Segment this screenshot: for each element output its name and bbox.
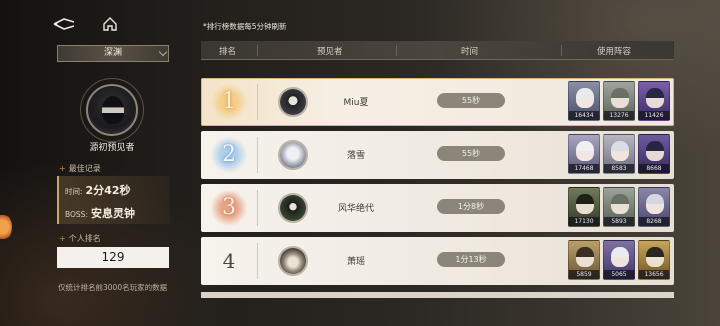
personal-rank-heading: + 个人排名 [59,234,101,243]
row-divider [257,84,258,120]
column-divider [396,45,397,56]
team-member-card[interactable]: 5893 [603,187,635,227]
rank-number: 4 [222,249,236,273]
home-icon[interactable] [102,16,118,32]
row-divider [257,190,258,226]
column-rank: 排名 [219,47,237,57]
player-name: Miu夏 [343,98,369,108]
column-team: 使用阵容 [597,47,632,57]
table-row[interactable]: 3 风华绝代 1分8秒 17130 5893 8268 [201,184,674,232]
row-divider [257,243,258,279]
team-member-card[interactable]: 16434 [568,81,600,121]
column-divider [257,45,258,56]
player-title: 源初预见者 [89,143,135,153]
best-record-heading: + 最佳记录 [59,164,101,173]
abyss-tab[interactable]: 深渊 [57,45,169,62]
clear-time: 1分8秒 [437,199,505,214]
personal-rank-value: 129 [57,247,169,268]
column-player: 预见者 [317,47,343,57]
rank-medal-gold: 1 [209,82,249,122]
rank-medal-silver: 2 [209,135,249,175]
team-member-card[interactable]: 8268 [638,187,670,227]
table-row-partial [201,292,674,298]
avatar[interactable] [278,140,308,170]
back-arrow-icon[interactable] [52,16,76,32]
player-name: 落雪 [346,151,365,161]
team-member-card[interactable]: 11426 [638,81,670,121]
clear-time: 1分13秒 [437,252,505,267]
rank-medal-bronze: 3 [209,188,249,228]
team-member-card[interactable]: 13276 [603,81,635,121]
best-time-row: 时间: 2分42秒 [65,184,131,197]
team-member-card[interactable]: 5065 [603,240,635,280]
team-member-card[interactable]: 17468 [568,134,600,174]
table-header: 排名 预见者 时间 使用阵容 [201,41,674,60]
team-member-card[interactable]: 5859 [568,240,600,280]
team-member-card[interactable]: 17130 [568,187,600,227]
plus-icon: + [59,164,66,173]
avatar[interactable] [278,193,308,223]
avatar[interactable] [278,246,308,276]
team-member-card[interactable]: 13656 [638,240,670,280]
table-row[interactable]: 1 Miu夏 55秒 16434 13276 11426 [201,78,674,126]
player-avatar [86,84,138,136]
avatar[interactable] [278,87,308,117]
best-record-box: 时间: 2分42秒 BOSS: 安息灵钟 [57,176,170,224]
player-name: 萧瑶 [346,257,365,267]
player-name: 风华绝代 [337,204,374,214]
column-time: 时间 [461,47,479,57]
refresh-note: *排行榜数据每5分钟刷新 [203,22,287,31]
column-divider [561,45,562,56]
clear-time: 55秒 [437,93,505,108]
ranking-note: 仅统计排名前3000名玩家的数据 [58,283,168,292]
team-member-card[interactable]: 8668 [638,134,670,174]
plus-icon: + [59,234,66,243]
team-member-card[interactable]: 8583 [603,134,635,174]
table-row[interactable]: 4 萧瑶 1分13秒 5859 5065 13656 [201,237,674,285]
best-boss-row: BOSS: 安息灵钟 [65,207,135,220]
clear-time: 55秒 [437,146,505,161]
table-row[interactable]: 2 落雪 55秒 17468 8583 8668 [201,131,674,179]
row-divider [257,137,258,173]
